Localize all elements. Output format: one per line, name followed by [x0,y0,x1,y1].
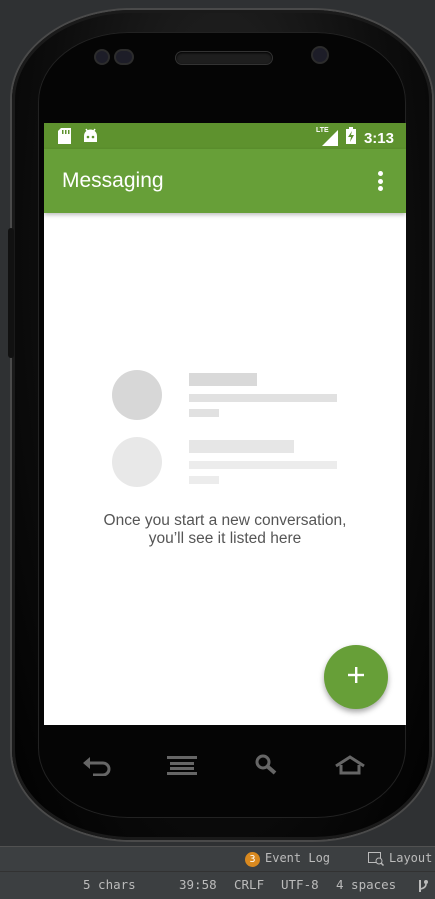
caret-position[interactable]: 39:58 [179,877,217,892]
light-sensor-icon [116,51,132,63]
page-title: Messaging [62,169,164,192]
menu-button[interactable] [164,753,200,781]
placeholder-line [189,461,337,469]
layout-inspector-icon [368,852,385,869]
git-branch-icon[interactable] [417,878,429,897]
back-button[interactable] [78,753,114,781]
earpiece-speaker [176,52,272,64]
placeholder-line [189,476,219,484]
search-button[interactable] [248,753,284,781]
placeholder-line [189,394,337,402]
back-icon [81,754,111,781]
event-log-badge: 3 [245,852,260,867]
ide-tool-window-bar: 3 Event Log Layout [0,846,435,871]
front-camera-icon [313,48,327,62]
phone-side-button[interactable] [8,228,14,358]
plus-icon [346,665,366,690]
sd-card-icon [58,128,71,149]
menu-icon [167,755,197,780]
home-icon [334,754,366,780]
placeholder-avatar-2 [112,437,162,487]
android-icon [83,128,98,149]
placeholder-line [189,409,219,417]
line-ending[interactable]: CRLF [234,877,264,892]
status-bar: LTE 3:13 [44,123,406,149]
selection-chars: 5 chars [83,877,136,892]
placeholder-avatar-1 [112,370,162,420]
more-vert-icon[interactable] [368,169,392,193]
file-encoding[interactable]: UTF-8 [281,877,319,892]
hardware-navbar [44,735,406,797]
ide-status-bar: 5 chars 39:58 CRLF UTF-8 4 spaces [0,871,435,899]
event-log-button[interactable]: Event Log [265,851,330,865]
new-conversation-button[interactable] [324,645,388,709]
search-icon [254,754,278,781]
placeholder-line [189,373,257,386]
indent-setting[interactable]: 4 spaces [336,877,396,892]
status-clock: 3:13 [363,129,394,147]
device-screen: LTE 3:13 Messaging Once you start a new … [44,123,406,725]
empty-state-message: Once you start a new conversation, you’l… [103,512,347,547]
layout-inspector-button[interactable]: Layout [389,851,432,865]
proximity-sensor-icon [96,51,108,63]
placeholder-line [189,440,294,453]
app-toolbar: Messaging [44,149,406,213]
battery-charging-icon [345,127,356,149]
signal-icon: LTE [316,127,338,146]
home-button[interactable] [332,753,368,781]
